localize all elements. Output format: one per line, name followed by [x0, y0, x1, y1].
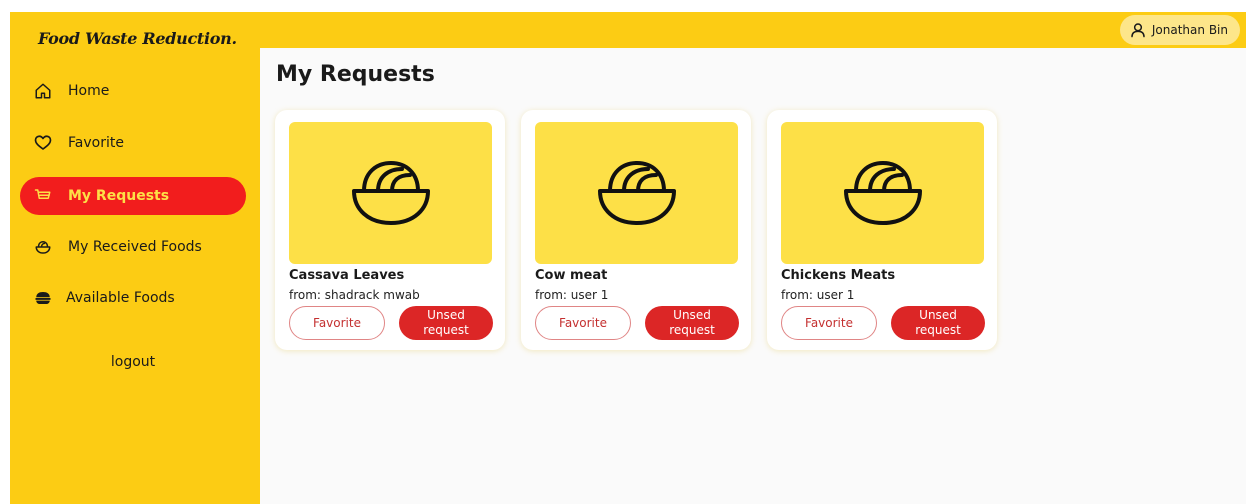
food-image	[781, 122, 984, 264]
request-card: Chickens Meats from: user 1 Favorite Uns…	[767, 110, 997, 350]
sidebar-item-label: Home	[68, 83, 110, 99]
favorite-button[interactable]: Favorite	[535, 306, 631, 340]
main-content: My Requests Cassava Leaves from: shadrac…	[260, 48, 1246, 504]
button-label-line1: Unsed	[673, 308, 711, 322]
heart-icon	[34, 134, 52, 152]
user-icon	[1130, 22, 1146, 38]
button-label-line2: request	[915, 323, 961, 337]
home-icon	[34, 82, 52, 100]
noodle-bowl-icon	[843, 161, 922, 225]
sidebar-item-label: Available Foods	[66, 290, 175, 306]
app-logo: Food Waste Reduction.	[38, 29, 237, 48]
food-image	[535, 122, 738, 264]
food-source: from: user 1	[781, 288, 855, 302]
cart-icon	[34, 187, 52, 205]
user-name: Jonathan Bin	[1151, 23, 1228, 37]
page-title: My Requests	[276, 62, 435, 87]
food-source: from: shadrack mwab	[289, 288, 420, 302]
request-card: Cassava Leaves from: shadrack mwab Favor…	[275, 110, 505, 350]
food-name: Cassava Leaves	[289, 268, 405, 283]
unsend-request-button[interactable]: Unsed request	[399, 306, 493, 340]
food-name: Chickens Meats	[781, 268, 896, 283]
unsend-request-button[interactable]: Unsed request	[891, 306, 985, 340]
request-card: Cow meat from: user 1 Favorite Unsed req…	[521, 110, 751, 350]
food-source: from: user 1	[535, 288, 609, 302]
favorite-button[interactable]: Favorite	[781, 306, 877, 340]
sidebar-item-label: Favorite	[68, 135, 124, 151]
button-label-line1: Unsed	[919, 308, 957, 322]
sidebar-item-my-received-foods[interactable]: My Received Foods	[20, 228, 246, 266]
sidebar-item-label: My Requests	[68, 188, 170, 204]
noodle-bowl-icon	[351, 161, 430, 225]
top-bar: Jonathan Bin	[260, 12, 1246, 48]
button-label-line1: Unsed	[427, 308, 465, 322]
sidebar-item-available-foods[interactable]: Available Foods	[20, 279, 246, 317]
favorite-button[interactable]: Favorite	[289, 306, 385, 340]
user-menu[interactable]: Jonathan Bin	[1119, 15, 1240, 45]
noodle-bowl-icon	[597, 161, 676, 225]
bowl-icon	[34, 238, 52, 256]
food-image	[289, 122, 492, 264]
sidebar: Food Waste Reduction. Home Favorite My R…	[10, 12, 260, 504]
food-icon	[34, 289, 52, 307]
unsend-request-button[interactable]: Unsed request	[645, 306, 739, 340]
logout-button[interactable]: logout	[20, 354, 246, 370]
sidebar-item-label: My Received Foods	[68, 239, 202, 255]
button-label-line2: request	[669, 323, 715, 337]
sidebar-item-favorite[interactable]: Favorite	[20, 124, 246, 162]
sidebar-item-home[interactable]: Home	[20, 72, 246, 110]
button-label-line2: request	[423, 323, 469, 337]
food-name: Cow meat	[535, 268, 608, 283]
sidebar-item-my-requests[interactable]: My Requests	[20, 177, 246, 215]
